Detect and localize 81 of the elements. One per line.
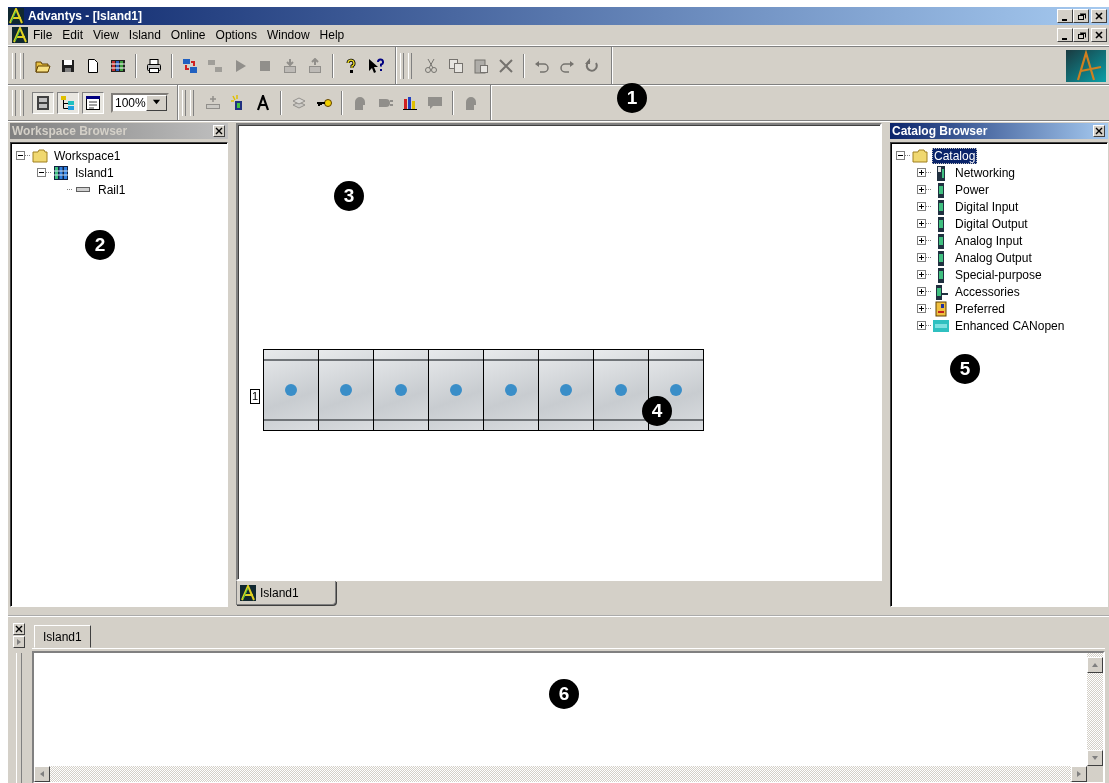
panel-title: Workspace Browser: [12, 124, 128, 138]
tree-item[interactable]: Preferred: [953, 300, 1008, 317]
expand-icon[interactable]: [917, 168, 926, 177]
panel-title: Catalog Browser: [892, 124, 988, 138]
document-tab[interactable]: Island1: [236, 581, 336, 605]
rail-number: 1: [250, 389, 261, 404]
rail-icon: [75, 187, 91, 192]
expand-icon[interactable]: [917, 253, 926, 262]
callout-tooltip: 1: [617, 83, 647, 113]
expand-icon[interactable]: [917, 185, 926, 194]
output-tab[interactable]: Island1: [34, 625, 91, 648]
expand-icon[interactable]: [917, 287, 926, 296]
menu-item[interactable]: Window: [261, 28, 315, 42]
logo-icon: [240, 584, 256, 601]
folder-icon: [912, 147, 928, 164]
logo-icon: [1066, 49, 1106, 82]
expand-icon[interactable]: [917, 219, 926, 228]
led-icon: [505, 384, 518, 396]
collapse-icon[interactable]: [37, 168, 46, 177]
led-icon: [395, 384, 408, 396]
led-icon: [670, 384, 683, 396]
scroll-left-icon[interactable]: [38, 770, 46, 778]
collapse-icon[interactable]: [896, 151, 905, 160]
scrollbar-corner: [1087, 766, 1103, 782]
expand-icon[interactable]: [917, 270, 926, 279]
expand-icon[interactable]: [917, 202, 926, 211]
led-icon: [615, 384, 628, 396]
tree-item[interactable]: Special-purpose: [953, 266, 1044, 283]
led-icon: [450, 384, 463, 396]
led-icon: [560, 384, 573, 396]
tree-icon[interactable]: [60, 94, 76, 111]
zoom-select[interactable]: 100%: [111, 92, 169, 113]
horizontal-scrollbar[interactable]: [34, 766, 1087, 782]
folder-icon: [32, 147, 48, 164]
menu-item[interactable]: View: [88, 28, 124, 42]
logo-icon: [8, 8, 24, 24]
tree-item[interactable]: Catalog: [932, 147, 978, 164]
logo-icon[interactable]: [12, 27, 28, 43]
tree-item[interactable]: Rail1: [96, 181, 128, 198]
tree-item[interactable]: Power: [953, 181, 991, 198]
tree-item[interactable]: Island1: [73, 164, 116, 181]
tree-item[interactable]: Digital Input: [953, 198, 1021, 215]
expand-icon[interactable]: [917, 304, 926, 313]
blank-page-icon[interactable]: [85, 57, 101, 74]
printer-icon[interactable]: [146, 57, 162, 74]
led-icon: [285, 384, 298, 396]
connect-icon[interactable]: [182, 57, 198, 74]
menu-item[interactable]: Help: [314, 28, 350, 42]
expand-icon[interactable]: [917, 321, 926, 330]
cabinet-icon[interactable]: [35, 94, 51, 111]
tree-item[interactable]: Analog Output: [953, 249, 1034, 266]
collapse-icon[interactable]: [16, 151, 25, 160]
tree-item[interactable]: Analog Input: [953, 232, 1025, 249]
preferred-icon: [933, 300, 949, 317]
pointer-help-icon[interactable]: [368, 57, 384, 74]
scroll-down-icon[interactable]: [1091, 754, 1099, 762]
module-slot[interactable]: [594, 350, 650, 430]
can-module-icon: [933, 317, 949, 334]
grid-icon[interactable]: [110, 57, 126, 74]
led-icon: [340, 384, 353, 396]
window-icon[interactable]: [85, 94, 101, 111]
tree-item[interactable]: Digital Output: [953, 215, 1030, 232]
expand-icon[interactable]: [917, 236, 926, 245]
island-icon: [53, 164, 69, 181]
bar-chart-icon[interactable]: [402, 94, 418, 111]
menu-item[interactable]: Island: [123, 28, 166, 42]
tree-item[interactable]: Accessories: [953, 283, 1022, 300]
menu-item[interactable]: Online: [165, 28, 211, 42]
tree-item[interactable]: Enhanced CANopen: [953, 317, 1067, 334]
text-tool-icon[interactable]: [255, 94, 271, 111]
dropdown-arrow-icon[interactable]: [151, 98, 161, 107]
menu-item[interactable]: Options: [210, 28, 262, 42]
window-title: Advantys - [Island1]: [28, 9, 143, 23]
scroll-right-icon[interactable]: [1075, 770, 1083, 778]
tree-item[interactable]: Networking: [953, 164, 1018, 181]
tree-item[interactable]: Workspace1: [52, 147, 123, 164]
menu-item[interactable]: Edit: [57, 28, 89, 42]
scroll-up-icon[interactable]: [1091, 661, 1099, 669]
accessory-icon: [933, 283, 949, 300]
vertical-scrollbar[interactable]: [1087, 653, 1103, 766]
menu-item[interactable]: File: [28, 28, 58, 42]
